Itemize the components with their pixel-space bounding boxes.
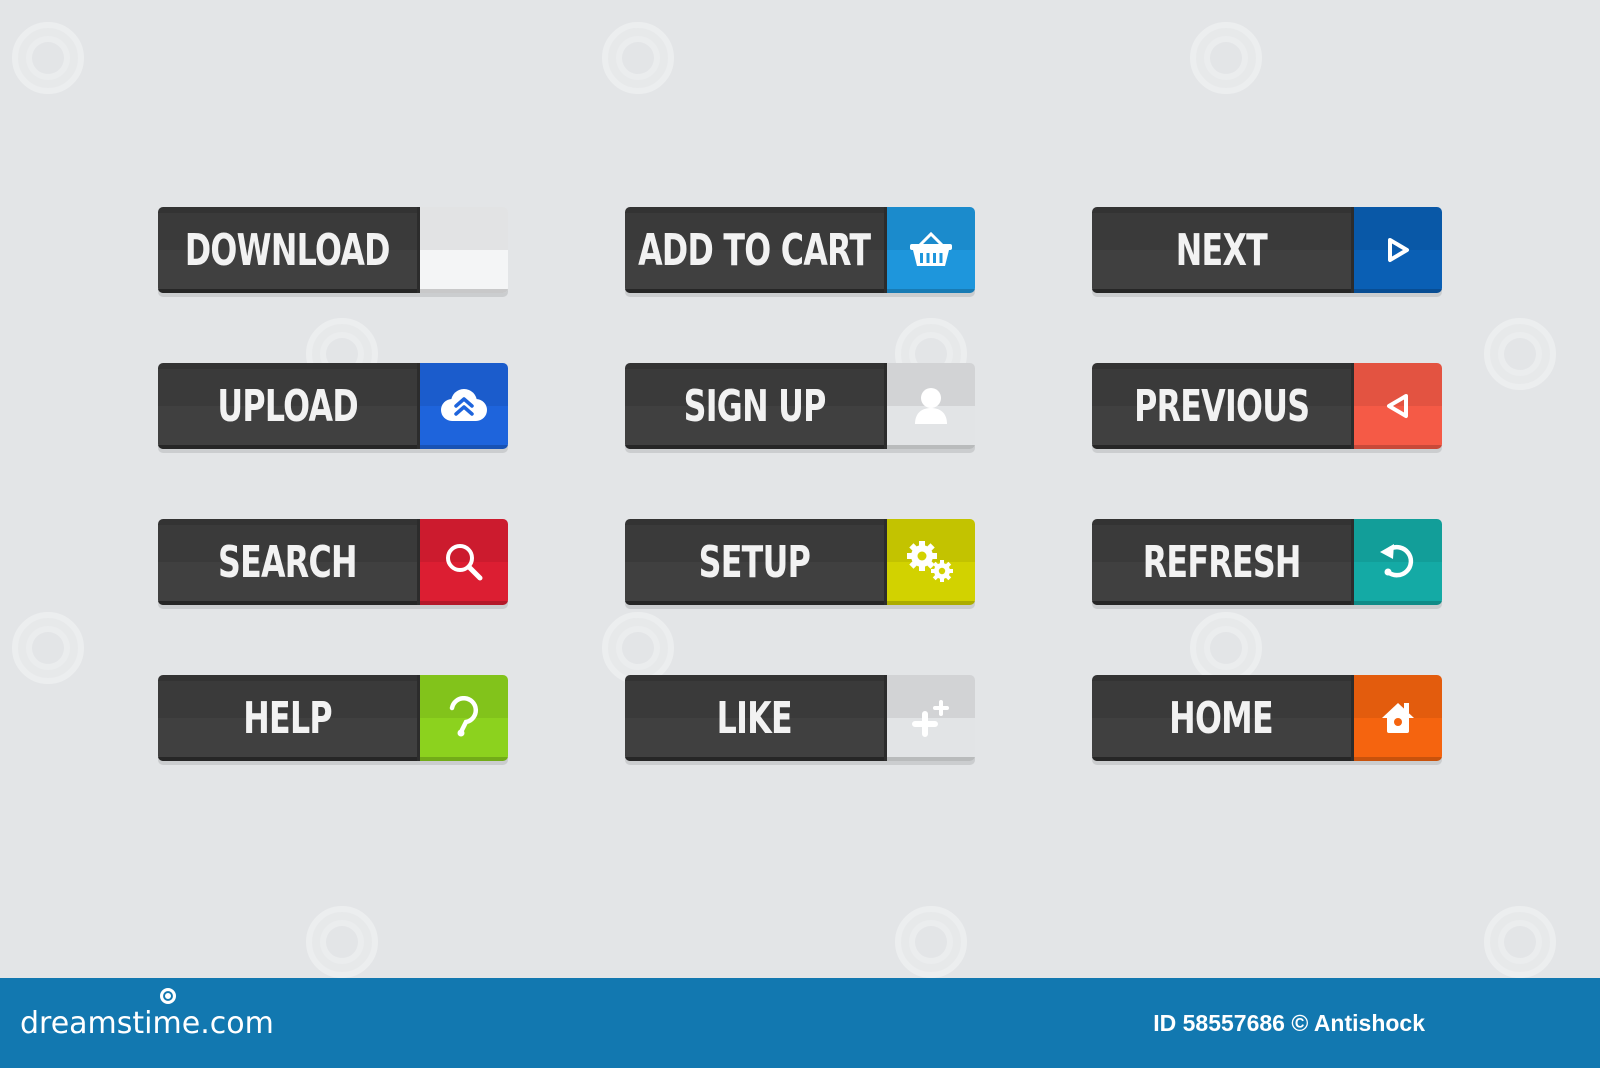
button-label-area: Next	[1092, 207, 1354, 293]
watermark-spiral-icon	[602, 22, 674, 94]
footer-bar: dreamstime.com ID 58557686 © Antishock	[0, 978, 1600, 1068]
search-button[interactable]: Search	[158, 519, 508, 605]
button-label-area: Home	[1092, 675, 1354, 761]
button-label: Setup	[698, 536, 811, 588]
button-icon-area	[420, 207, 508, 293]
setup-button[interactable]: Setup	[625, 519, 975, 605]
button-label: Sign up	[683, 380, 826, 432]
basket-icon	[910, 231, 952, 266]
button-label-area: Search	[158, 519, 420, 605]
watermark-spiral-icon	[1484, 906, 1556, 978]
sign-up-button[interactable]: Sign up	[625, 363, 975, 449]
button-label: Search	[218, 536, 358, 588]
button-icon-area	[1354, 519, 1442, 605]
button-icon-area	[887, 207, 975, 293]
button-label: Like	[716, 692, 793, 744]
gears-icon	[907, 541, 953, 582]
button-label-area: Help	[158, 675, 420, 761]
help-button[interactable]: Help	[158, 675, 508, 761]
button-label: Download	[185, 224, 391, 276]
refresh-icon	[1380, 544, 1414, 578]
stock-image-canvas: Download Add to cart	[0, 0, 1600, 978]
watermark-spiral-icon	[1484, 318, 1556, 390]
brand-text: dreamstime.com	[20, 1005, 274, 1041]
image-credit: ID 58557686 © Antishock	[1153, 1009, 1425, 1036]
next-button[interactable]: Next	[1092, 207, 1442, 293]
button-grid: Download Add to cart	[158, 207, 1442, 761]
button-icon-area	[1354, 207, 1442, 293]
button-label: Add to cart	[638, 224, 871, 276]
plus-one-icon	[912, 700, 949, 737]
button-icon-area	[420, 519, 508, 605]
add-to-cart-button[interactable]: Add to cart	[625, 207, 975, 293]
cloud-upload-icon	[441, 389, 487, 421]
user-icon	[915, 388, 947, 424]
button-icon-area	[887, 675, 975, 761]
button-label: Next	[1175, 224, 1268, 276]
button-icon-area	[420, 363, 508, 449]
watermark-spiral-icon	[12, 612, 84, 684]
upload-button[interactable]: Upload	[158, 363, 508, 449]
refresh-button[interactable]: Refresh	[1092, 519, 1442, 605]
previous-button[interactable]: Previous	[1092, 363, 1442, 449]
question-icon	[449, 696, 479, 737]
button-label-area: Upload	[158, 363, 420, 449]
home-icon	[1382, 703, 1414, 733]
watermark-spiral-icon	[306, 906, 378, 978]
watermark-spiral-icon	[895, 906, 967, 978]
button-label: Previous	[1133, 380, 1310, 432]
button-icon-area	[1354, 675, 1442, 761]
download-button[interactable]: Download	[158, 207, 508, 293]
button-label: Help	[243, 692, 332, 744]
search-icon	[446, 544, 483, 581]
home-button[interactable]: Home	[1092, 675, 1442, 761]
like-button[interactable]: Like	[625, 675, 975, 761]
button-label-area: Setup	[625, 519, 887, 605]
button-label-area: Refresh	[1092, 519, 1354, 605]
button-label-area: Like	[625, 675, 887, 761]
button-label: Refresh	[1142, 536, 1301, 588]
play-left-icon	[1387, 394, 1408, 418]
play-right-icon	[1388, 238, 1409, 262]
spiral-logo-icon	[160, 987, 176, 1004]
button-label-area: Previous	[1092, 363, 1354, 449]
button-label-area: Add to cart	[625, 207, 887, 293]
button-icon-area	[887, 363, 975, 449]
button-icon-area	[1354, 363, 1442, 449]
button-label: Home	[1169, 692, 1274, 744]
button-label: Upload	[217, 380, 358, 432]
button-label-area: Download	[158, 207, 420, 293]
brand-logo[interactable]: dreamstime.com	[20, 987, 274, 1041]
button-icon-area	[887, 519, 975, 605]
watermark-spiral-icon	[12, 22, 84, 94]
button-label-area: Sign up	[625, 363, 887, 449]
watermark-spiral-icon	[1190, 22, 1262, 94]
button-icon-area	[420, 675, 508, 761]
